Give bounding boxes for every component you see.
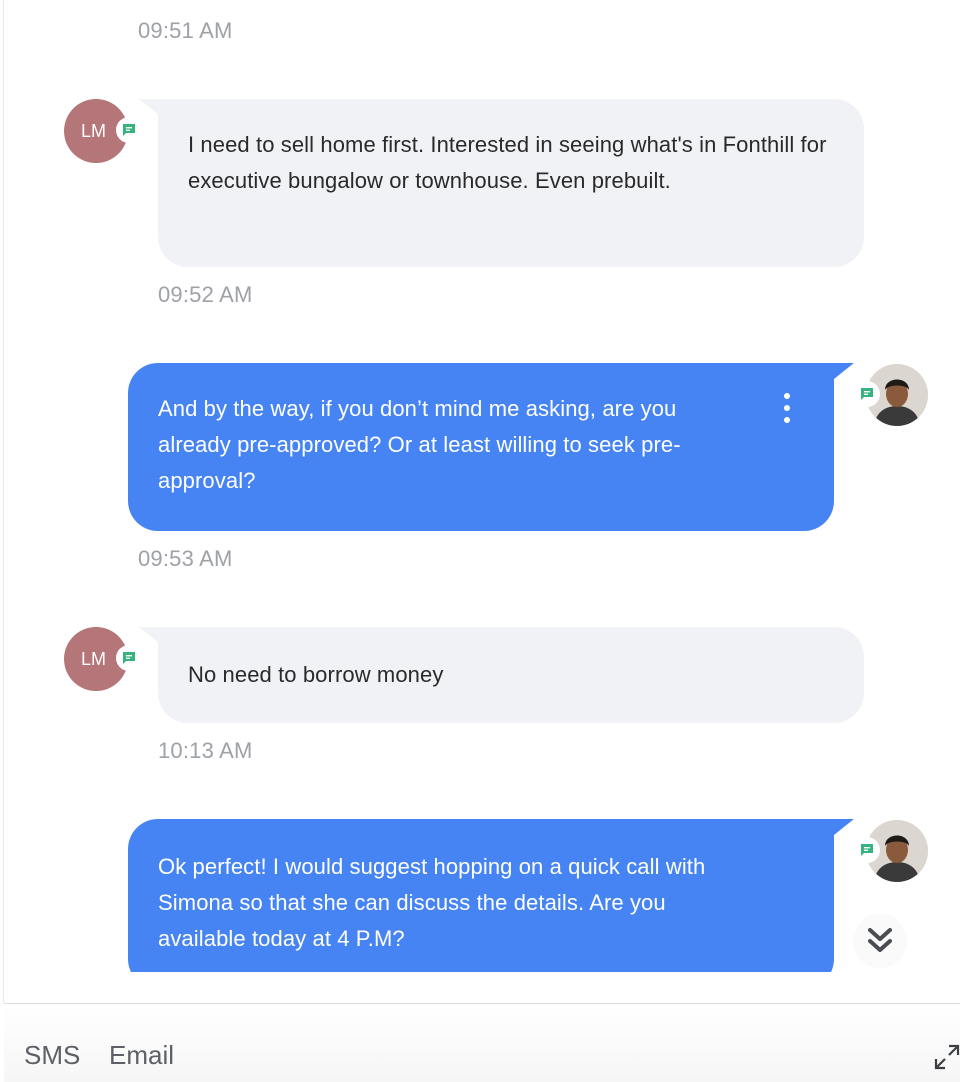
bubble-tail — [834, 363, 854, 379]
expand-icon[interactable] — [932, 1042, 960, 1072]
timestamp: 09:53 AM — [138, 546, 233, 571]
scroll-to-bottom-button[interactable] — [853, 914, 907, 968]
incoming-message[interactable]: I need to sell home first. Interested in… — [158, 99, 864, 267]
tab-sms[interactable]: SMS — [24, 1040, 80, 1071]
message-text: Ok perfect! I would suggest hopping on a… — [158, 854, 706, 951]
timestamp: 10:13 AM — [158, 738, 253, 763]
bubble-tail — [139, 627, 159, 643]
tab-email[interactable]: Email — [109, 1040, 174, 1071]
sms-chat-icon — [854, 381, 880, 407]
message-text: And by the way, if you don’t mind me ask… — [158, 396, 681, 493]
avatar-initials: LM — [81, 120, 107, 141]
avatar-initials: LM — [81, 648, 107, 669]
sms-chat-icon — [116, 117, 142, 143]
composer-bar: SMS Email — [4, 1003, 960, 1082]
double-chevron-down-icon — [868, 928, 892, 952]
message-text: No need to borrow money — [188, 662, 444, 687]
outgoing-message[interactable]: And by the way, if you don’t mind me ask… — [128, 363, 834, 531]
bubble-tail — [139, 99, 159, 115]
sms-chat-icon — [854, 837, 880, 863]
outgoing-message[interactable]: Ok perfect! I would suggest hopping on a… — [128, 819, 834, 972]
timestamp: 09:52 AM — [158, 282, 253, 307]
timestamp: 09:51 AM — [138, 18, 233, 43]
sms-chat-icon — [116, 645, 142, 671]
incoming-message[interactable]: No need to borrow money — [158, 627, 864, 723]
message-text: I need to sell home first. Interested in… — [188, 132, 827, 193]
message-thread[interactable]: 09:51 AM LM I need to sell home first. I… — [0, 0, 960, 972]
more-vertical-icon[interactable] — [781, 393, 793, 423]
bubble-tail — [834, 819, 854, 835]
